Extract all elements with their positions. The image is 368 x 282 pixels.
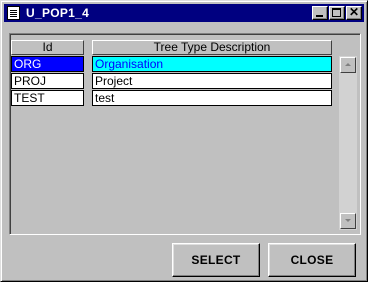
select-button[interactable]: SELECT (172, 243, 260, 277)
scroll-up-arrow-icon[interactable] (340, 57, 356, 73)
column-header-id[interactable]: Id (11, 40, 84, 55)
vertical-scrollbar[interactable] (339, 56, 357, 230)
close-button[interactable]: CLOSE (268, 243, 356, 277)
table-cell-desc-test[interactable]: test (92, 90, 332, 106)
column-header-description[interactable]: Tree Type Description (92, 40, 332, 55)
maximize-button[interactable] (329, 6, 345, 20)
close-window-button[interactable]: ✕ (346, 5, 362, 20)
table-cell-id-proj[interactable]: PROJ (11, 73, 84, 89)
window-title: U_POP1_4 (26, 6, 90, 20)
scroll-down-arrow-icon[interactable] (340, 213, 356, 229)
table-cell-desc-proj[interactable]: Project (92, 73, 332, 89)
table-cell-id-test[interactable]: TEST (11, 90, 84, 106)
table-cell-id-org[interactable]: ORG (11, 56, 84, 72)
document-icon (7, 6, 20, 20)
close-icon: ✕ (348, 5, 360, 19)
title-bar[interactable]: U_POP1_4 ✕ (4, 4, 364, 22)
table-cell-desc-org[interactable]: Organisation (92, 56, 332, 72)
minimize-button[interactable] (312, 6, 328, 20)
